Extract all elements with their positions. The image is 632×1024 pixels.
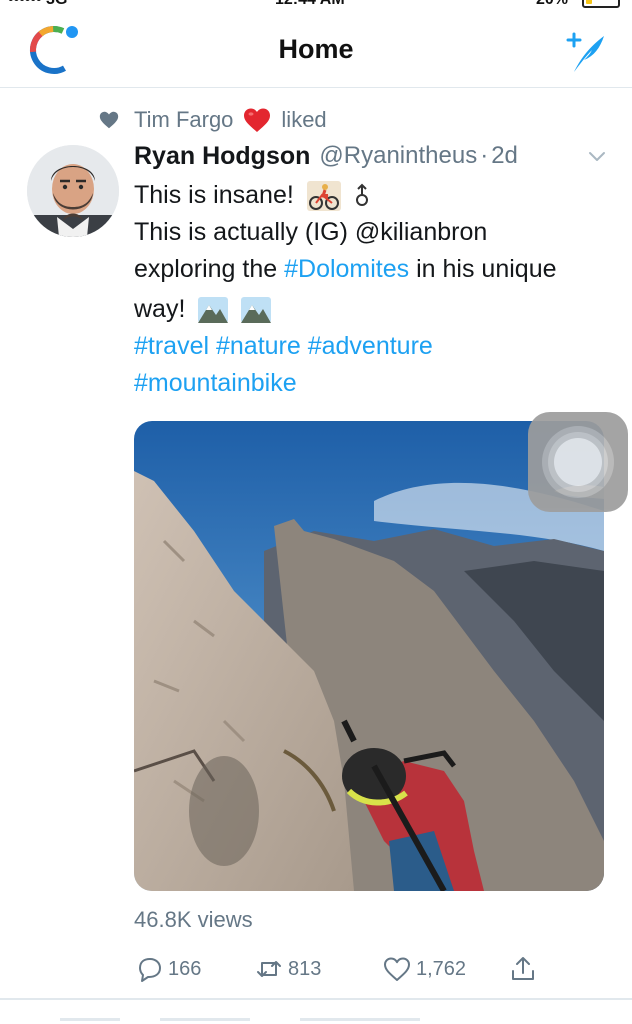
assistive-touch-ring-inner bbox=[554, 438, 602, 486]
battery-percent: 20% bbox=[536, 0, 568, 9]
red-heart-emoji-icon bbox=[244, 108, 271, 132]
share-button[interactable] bbox=[508, 951, 542, 987]
avatar[interactable] bbox=[27, 145, 119, 237]
retweet-count: 813 bbox=[288, 957, 322, 980]
next-tweet-peek-bar bbox=[60, 1018, 120, 1021]
status-bar: •••••• 3G 12:44 AM 20% bbox=[0, 0, 632, 10]
tweet-text-segment: way! bbox=[134, 295, 186, 323]
tweet-text-line-3: exploring the #Dolomites in his unique bbox=[134, 251, 614, 288]
like-count: 1,762 bbox=[416, 957, 467, 980]
hashtags-line-2[interactable]: #mountainbike bbox=[134, 365, 614, 402]
reply-count: 166 bbox=[168, 957, 202, 980]
reply-button[interactable]: 166 bbox=[134, 951, 201, 987]
carrier-signal: •••••• 3G bbox=[8, 0, 67, 9]
tweet-timestamp[interactable]: 2d bbox=[491, 142, 518, 170]
assistive-touch-button[interactable] bbox=[528, 412, 628, 512]
next-tweet-peek-bar bbox=[160, 1018, 250, 1021]
tweet-divider bbox=[0, 998, 632, 1000]
share-icon bbox=[512, 957, 534, 980]
battery-level bbox=[586, 0, 592, 4]
hashtags-line-1[interactable]: #travel #nature #adventure bbox=[134, 328, 614, 365]
status-time: 12:44 AM bbox=[275, 0, 345, 9]
mountain-emoji-icon bbox=[241, 297, 272, 324]
cyclist-emoji-icon bbox=[306, 181, 341, 212]
view-count: 46.8K views bbox=[134, 907, 253, 932]
top-nav-bar: Home bbox=[0, 10, 632, 88]
next-tweet-peek-bar bbox=[300, 1018, 420, 1021]
heart-outline-icon bbox=[384, 957, 410, 981]
retweet-icon bbox=[257, 961, 281, 977]
hashtag-link[interactable]: #Dolomites bbox=[284, 255, 409, 283]
battery-icon bbox=[582, 0, 620, 8]
mountain-emoji-icon bbox=[198, 297, 229, 324]
tweet-action-bar: 166 813 1,762 bbox=[134, 951, 604, 987]
like-button[interactable]: 1,762 bbox=[382, 951, 466, 987]
male-sign-emoji-icon bbox=[355, 183, 368, 207]
tweet-card[interactable]: Tim Fargo liked Ryan Hodgson @Ryanintheu… bbox=[0, 89, 632, 1001]
tweet-text-line-1: This is insane! bbox=[134, 177, 614, 214]
tweet-text-segment: in his unique bbox=[409, 255, 557, 283]
next-tweet-peek bbox=[0, 1012, 632, 1024]
heart-icon bbox=[99, 111, 119, 129]
page-title: Home bbox=[278, 34, 354, 64]
retweet-button[interactable]: 813 bbox=[254, 951, 321, 987]
avatar-portrait bbox=[27, 145, 119, 237]
tweet-text-segment: This is insane! bbox=[134, 181, 294, 209]
author-handle[interactable]: @Ryanintheus bbox=[319, 142, 477, 170]
chevron-down-icon[interactable] bbox=[586, 145, 608, 167]
tweet-text-line-2: This is actually (IG) @kilianbron bbox=[134, 218, 488, 246]
tweet-text: This is insane! This is actually (IG) @k… bbox=[134, 177, 614, 402]
compose-tweet-icon[interactable] bbox=[560, 30, 608, 74]
liked-by-user[interactable]: Tim Fargo bbox=[134, 107, 233, 133]
tweet-text-line-4: way! bbox=[134, 288, 614, 330]
social-context: Tim Fargo liked bbox=[98, 105, 327, 135]
reply-icon bbox=[139, 958, 161, 982]
separator-dot: · bbox=[480, 142, 489, 169]
tweet-header: Ryan Hodgson @Ryanintheus · 2d bbox=[134, 139, 614, 173]
social-action-label: liked bbox=[281, 107, 327, 132]
tweet-text-segment: exploring the bbox=[134, 255, 285, 283]
author-name[interactable]: Ryan Hodgson bbox=[134, 142, 310, 171]
